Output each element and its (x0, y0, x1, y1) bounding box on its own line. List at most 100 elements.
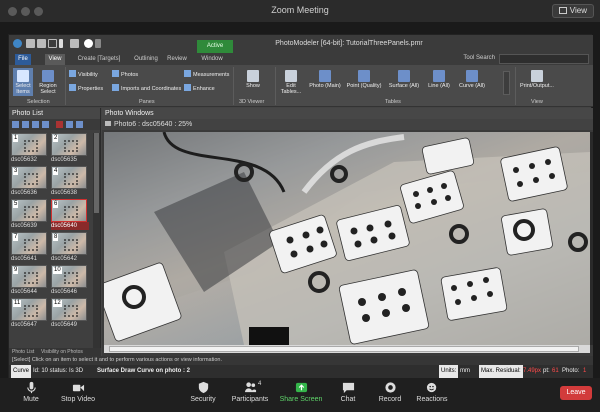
tab-outlining[interactable]: Outlining (133, 54, 159, 65)
tab-view[interactable]: View (45, 54, 65, 65)
photo-horizontal-scrollbar[interactable] (104, 345, 590, 353)
record-icon (384, 382, 396, 393)
imports-coordinates-pane-button[interactable]: Imports and Coordinates (112, 84, 181, 93)
photo-thumbnail[interactable]: 11 dsc05647 (11, 298, 49, 331)
add-photo-icon[interactable] (66, 121, 73, 128)
camera-icon (105, 121, 111, 126)
thumbnail-label: dsc05647 (11, 322, 38, 328)
gallery-scroll-button[interactable] (503, 71, 510, 95)
tab-window[interactable]: Window (201, 54, 223, 65)
tab-photo-list[interactable]: Photo List (12, 349, 34, 355)
select-items-button[interactable]: Select Items (13, 68, 33, 96)
printer-icon (531, 70, 543, 82)
filter-icon[interactable] (42, 121, 49, 128)
camera-icon[interactable] (70, 39, 79, 48)
status-residual-value: 7.49px (523, 368, 542, 374)
region-select-button[interactable]: Region Select (37, 70, 59, 95)
help-icon[interactable] (84, 39, 93, 48)
tab-file[interactable]: File (15, 54, 31, 65)
photo-main-table-button[interactable]: Photo (Main) (309, 70, 341, 89)
print-output-button[interactable]: Print/Output... (519, 70, 555, 89)
scrollbar-thumb[interactable] (94, 133, 99, 213)
tab-review[interactable]: Review (167, 54, 187, 65)
sort-icon[interactable] (32, 121, 39, 128)
show-3d-viewer-button[interactable]: Show (241, 70, 265, 89)
imports-icon (112, 84, 119, 91)
photo-thumbnail[interactable]: 4 dsc05638 (51, 166, 89, 199)
app-title: PhotoModeler [64-bit]: TutorialThreePane… (275, 40, 423, 47)
list-view-icon[interactable] (22, 121, 29, 128)
group-label-3d-viewer: 3D Viewer (239, 99, 265, 105)
properties-pane-button[interactable]: Properties (69, 84, 103, 93)
photo-thumbnail-selected[interactable]: 6 dsc05640 (51, 199, 89, 232)
line-all-table-button[interactable]: Line (All) (425, 70, 453, 89)
chat-button[interactable]: Chat (336, 381, 360, 403)
thumbnail-number: 11 (13, 300, 22, 307)
thumbnail-number: 2 (53, 135, 59, 142)
photo-thumbnail[interactable]: 9 dsc05644 (11, 265, 49, 298)
mute-button[interactable]: Mute (16, 381, 46, 403)
photo-thumbnail[interactable]: 7 dsc05641 (11, 232, 49, 265)
dropdown-icon[interactable] (95, 39, 101, 48)
group-separator (65, 67, 66, 105)
save-icon[interactable] (26, 39, 35, 48)
group-label-panes: Panes (139, 99, 155, 105)
open-icon[interactable] (37, 39, 46, 48)
photo-thumbnail-image: 2 (51, 133, 87, 156)
edit-tables-button[interactable]: Edit Tables... (279, 70, 303, 95)
scrollbar-thumb[interactable] (109, 346, 579, 352)
zoom-control-bar: Mute Stop Video Security Participants 4 … (0, 378, 600, 412)
enhance-pane-button[interactable]: Enhance (184, 84, 215, 93)
photo-thumbnail[interactable]: 10 dsc05646 (51, 265, 89, 298)
photo-thumbnail[interactable]: 2 dsc05635 (51, 133, 89, 166)
remove-photo-icon[interactable] (56, 121, 63, 128)
measurements-pane-button[interactable]: Measurements (184, 70, 229, 79)
zoom-view-button[interactable]: View (551, 4, 594, 18)
participants-label: Participants (231, 396, 269, 403)
photo-thumbnail[interactable]: 1 dsc05632 (11, 133, 49, 166)
zoom-titlebar: Zoom Meeting View (0, 0, 600, 22)
point-quality-table-button[interactable]: Point (Quality) (345, 70, 383, 89)
properties-icon (69, 84, 76, 91)
thumbnail-label: dsc05638 (51, 190, 78, 196)
photo-thumbnail[interactable]: 3 dsc05636 (11, 166, 49, 199)
photo-thumbnail-image: 5 (11, 199, 47, 222)
photo-thumbnail[interactable]: 12 dsc05649 (51, 298, 89, 331)
3d-viewer-icon (247, 70, 259, 82)
share-screen-button[interactable]: Share Screen (278, 381, 324, 403)
share-screen-icon (295, 382, 307, 393)
photo-canvas[interactable] (104, 132, 590, 345)
photo-list-toolbar (9, 119, 100, 130)
photo-thumbnail-image: 7 (11, 232, 47, 255)
stop-video-button[interactable]: Stop Video (58, 381, 98, 403)
thumbnail-view-icon[interactable] (12, 121, 19, 128)
tab-visibility-on-photos[interactable]: Visibility on Photos (41, 349, 83, 355)
curve-all-table-button[interactable]: Curve (All) (457, 70, 487, 89)
print-icon[interactable] (48, 39, 57, 48)
reactions-button[interactable]: Reactions (414, 381, 450, 403)
point-quality-label: Point (Quality) (346, 83, 382, 89)
arrow-pointer-icon (17, 70, 29, 82)
thumbnail-number: 6 (53, 201, 59, 208)
photos-label: Photos (121, 72, 139, 78)
photo-list-scrollbar[interactable] (93, 133, 100, 351)
tool-search-input[interactable] (499, 54, 589, 64)
group-label-view: View (531, 99, 543, 105)
photo-thumbnail[interactable]: 5 dsc05639 (11, 199, 49, 232)
show-label: Show (246, 83, 260, 89)
photo-thumbnail[interactable]: 8 dsc05642 (51, 232, 89, 265)
photo-window-tab[interactable]: Photo6 : dsc05640 : 25% (102, 119, 593, 130)
tab-create-targets[interactable]: Create [Targets] (73, 54, 125, 65)
photo-vertical-scrollbar[interactable] (590, 132, 593, 345)
record-button[interactable]: Record (376, 381, 404, 403)
thumbnail-label: dsc05646 (51, 289, 78, 295)
surface-all-table-button[interactable]: Surface (All) (387, 70, 421, 89)
settings-icon[interactable] (76, 121, 83, 128)
leave-button[interactable]: Leave (560, 386, 592, 400)
pointer-icon[interactable] (59, 39, 63, 48)
photos-pane-button[interactable]: Photos (112, 70, 138, 79)
visibility-pane-button[interactable]: Visibility (69, 70, 98, 79)
measurements-label: Measurements (193, 72, 230, 78)
security-button[interactable]: Security (186, 381, 220, 403)
participants-button[interactable]: Participants 4 (228, 381, 272, 403)
